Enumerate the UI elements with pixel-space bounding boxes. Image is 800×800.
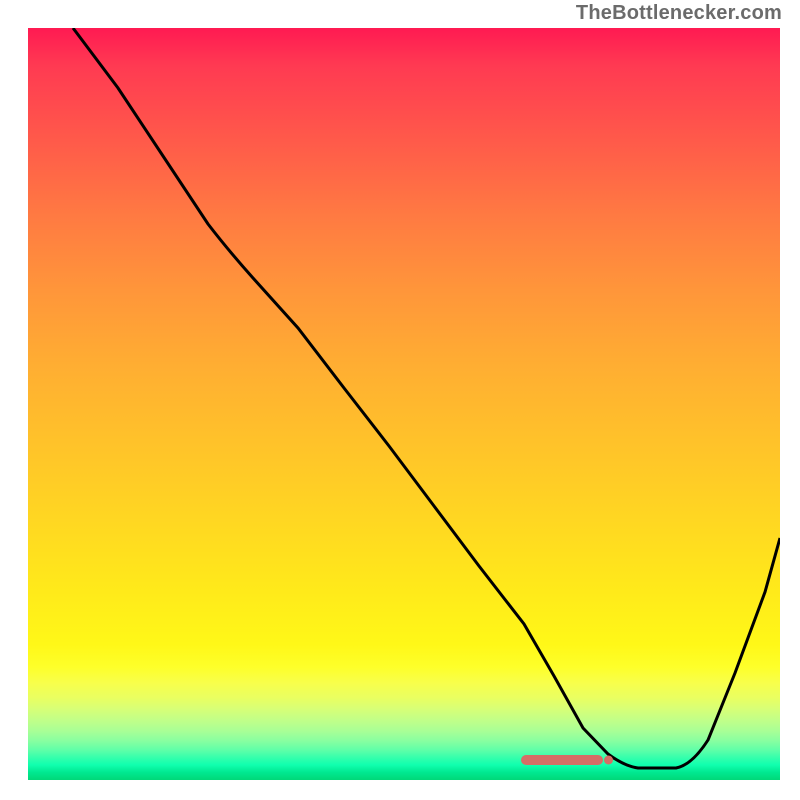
optimal-range-marker [521, 755, 604, 765]
bottleneck-curve-path [73, 28, 780, 768]
chart-curve-svg [28, 28, 780, 780]
chart-plot-area [28, 28, 780, 780]
watermark-text: TheBottlenecker.com [576, 2, 782, 25]
